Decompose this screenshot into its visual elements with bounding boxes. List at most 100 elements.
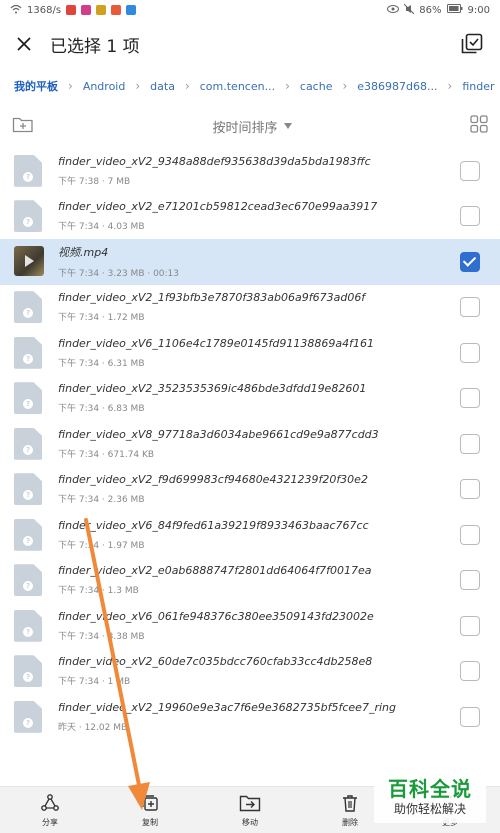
file-info: finder_video_xV2_1f93bfb3e7870f383ab06a9… xyxy=(58,291,450,323)
file-info: finder_video_xV8_97718a3d6034abe9661cd9e… xyxy=(58,428,450,460)
file-meta: 下午 7:34 · 2.36 MB xyxy=(58,495,145,506)
unknown-file-icon xyxy=(14,700,42,733)
new-folder-icon xyxy=(12,117,33,133)
file-list: finder_video_xV2_9348a88def935638d39da5b… xyxy=(0,148,500,740)
file-checkbox[interactable] xyxy=(460,433,480,454)
selection-toolbar: 已选择 1 项 xyxy=(0,20,500,68)
new-folder-button[interactable] xyxy=(12,115,34,137)
file-meta: 下午 7:34 · 671.74 KB xyxy=(58,449,155,460)
unknown-file-icon xyxy=(14,609,42,642)
file-row[interactable]: finder_video_xV6_061fe948376c380ee350914… xyxy=(0,603,500,649)
breadcrumb-item[interactable]: finder xyxy=(462,80,494,93)
select-all-button[interactable] xyxy=(460,32,484,56)
file-info: finder_video_xV2_19960e9e3ac7f6e9e368273… xyxy=(58,701,450,733)
app-notification-icon xyxy=(126,5,137,15)
breadcrumb-item[interactable]: com.tencen... xyxy=(200,80,275,93)
breadcrumb-item[interactable]: e386987d68... xyxy=(357,80,437,93)
file-meta: 下午 7:34 · 3.38 MB xyxy=(58,631,145,642)
chevron-right-icon: › xyxy=(68,79,73,93)
file-name: finder_video_xV2_e0ab6888747f2801dd64064… xyxy=(58,564,372,578)
file-row[interactable]: 视频.mp4 下午 7:34 · 3.23 MB · 00:13 xyxy=(0,239,500,285)
file-info: finder_video_xV2_3523535369ic486bde3dfdd… xyxy=(58,382,450,414)
sort-row: 按时间排序 xyxy=(0,104,500,148)
close-button[interactable] xyxy=(12,32,36,56)
file-row[interactable]: finder_video_xV2_e71201cb59812cead3ec670… xyxy=(0,194,500,240)
file-meta: 下午 7:34 · 4.03 MB xyxy=(58,222,145,233)
chevron-right-icon: › xyxy=(342,79,348,93)
file-thumbnail xyxy=(14,518,44,551)
file-checkbox[interactable] xyxy=(460,524,480,545)
unknown-file-icon xyxy=(14,427,42,460)
file-meta: 下午 7:34 · 6.31 MB xyxy=(58,358,145,369)
file-checkbox[interactable] xyxy=(460,615,480,636)
share-icon xyxy=(41,793,59,811)
file-thumbnail xyxy=(14,200,44,233)
file-name: finder_video_xV2_60de7c035bdcc760cfab33c… xyxy=(58,655,373,669)
video-thumbnail xyxy=(14,245,44,278)
file-checkbox[interactable] xyxy=(460,342,480,363)
unknown-file-icon xyxy=(14,336,42,369)
file-thumbnail xyxy=(14,336,44,369)
file-row[interactable]: finder_video_xV6_1106e4c1789e0145fd91138… xyxy=(0,330,500,376)
move-label: 移动 xyxy=(242,817,258,827)
chevron-right-icon: › xyxy=(135,79,141,93)
sort-dropdown[interactable]: 按时间排序 xyxy=(212,117,292,136)
file-row[interactable]: finder_video_xV6_84f9fed61a39219f8933463… xyxy=(0,512,500,558)
unknown-file-icon xyxy=(14,564,42,597)
eye-icon xyxy=(387,4,400,16)
file-meta: 下午 7:34 · 3.23 MB · 00:13 xyxy=(58,269,180,280)
file-row[interactable]: finder_video_xV2_60de7c035bdcc760cfab33c… xyxy=(0,649,500,695)
chevron-right-icon: › xyxy=(285,79,290,93)
file-checkbox[interactable] xyxy=(460,206,480,227)
file-checkbox[interactable] xyxy=(460,661,480,682)
file-row[interactable]: finder_video_xV2_e0ab6888747f2801dd64064… xyxy=(0,558,500,604)
file-row[interactable]: finder_video_xV2_f9d699983cf94680e432123… xyxy=(0,467,500,513)
file-thumbnail xyxy=(14,154,44,187)
clock: 9:00 xyxy=(467,4,490,16)
file-name: finder_video_xV2_f9d699983cf94680e432123… xyxy=(58,473,368,487)
wifi-icon xyxy=(10,4,22,17)
file-checkbox[interactable] xyxy=(460,706,480,727)
file-row[interactable]: finder_video_xV2_9348a88def935638d39da5b… xyxy=(0,148,500,194)
battery-level: 86% xyxy=(419,4,442,16)
file-row[interactable]: finder_video_xV2_3523535369ic486bde3dfdd… xyxy=(0,376,500,422)
app-notification-icon xyxy=(81,5,92,15)
unknown-file-icon xyxy=(14,655,42,688)
file-info: finder_video_xV2_e0ab6888747f2801dd64064… xyxy=(58,564,450,596)
breadcrumb-item[interactable]: cache xyxy=(300,80,333,93)
breadcrumb-item[interactable]: data xyxy=(150,80,175,93)
file-row[interactable]: finder_video_xV2_19960e9e3ac7f6e9e368273… xyxy=(0,694,500,740)
unknown-file-icon xyxy=(14,200,42,233)
file-checkbox[interactable] xyxy=(460,570,480,591)
share-label: 分享 xyxy=(42,817,58,827)
unknown-file-icon xyxy=(14,154,42,187)
file-info: finder_video_xV2_f9d699983cf94680e432123… xyxy=(58,473,450,505)
file-info: finder_video_xV2_9348a88def935638d39da5b… xyxy=(58,155,450,187)
file-row[interactable]: finder_video_xV2_1f93bfb3e7870f383ab06a9… xyxy=(0,285,500,331)
chevron-right-icon: › xyxy=(447,79,453,93)
move-button[interactable]: 移动 xyxy=(200,793,300,828)
grid-view-icon xyxy=(470,115,488,133)
file-name: finder_video_xV2_e71201cb59812cead3ec670… xyxy=(58,200,378,214)
breadcrumb-item[interactable]: 我的平板 xyxy=(14,78,58,94)
grid-view-button[interactable] xyxy=(470,115,488,137)
file-thumbnail xyxy=(14,655,44,688)
copy-button[interactable]: 复制 xyxy=(100,793,200,828)
file-meta: 下午 7:34 · 1.97 MB xyxy=(58,540,145,551)
file-checkbox[interactable] xyxy=(460,479,480,500)
file-thumbnail xyxy=(14,291,44,324)
file-meta: 下午 7:34 · 1.72 MB xyxy=(58,313,145,324)
breadcrumb-item[interactable]: Android xyxy=(83,80,126,93)
watermark-logo: 百科全说 助你轻松解决 xyxy=(374,777,486,823)
file-checkbox[interactable] xyxy=(460,297,480,318)
battery-icon xyxy=(446,4,463,16)
move-icon xyxy=(239,795,261,811)
mute-icon xyxy=(403,3,415,17)
copy-label: 复制 xyxy=(142,817,158,827)
file-checkbox[interactable] xyxy=(460,160,480,181)
delete-icon xyxy=(343,794,357,812)
file-row[interactable]: finder_video_xV8_97718a3d6034abe9661cd9e… xyxy=(0,421,500,467)
file-checkbox[interactable] xyxy=(460,388,480,409)
share-button[interactable]: 分享 xyxy=(0,793,100,828)
file-checkbox[interactable] xyxy=(460,251,480,272)
